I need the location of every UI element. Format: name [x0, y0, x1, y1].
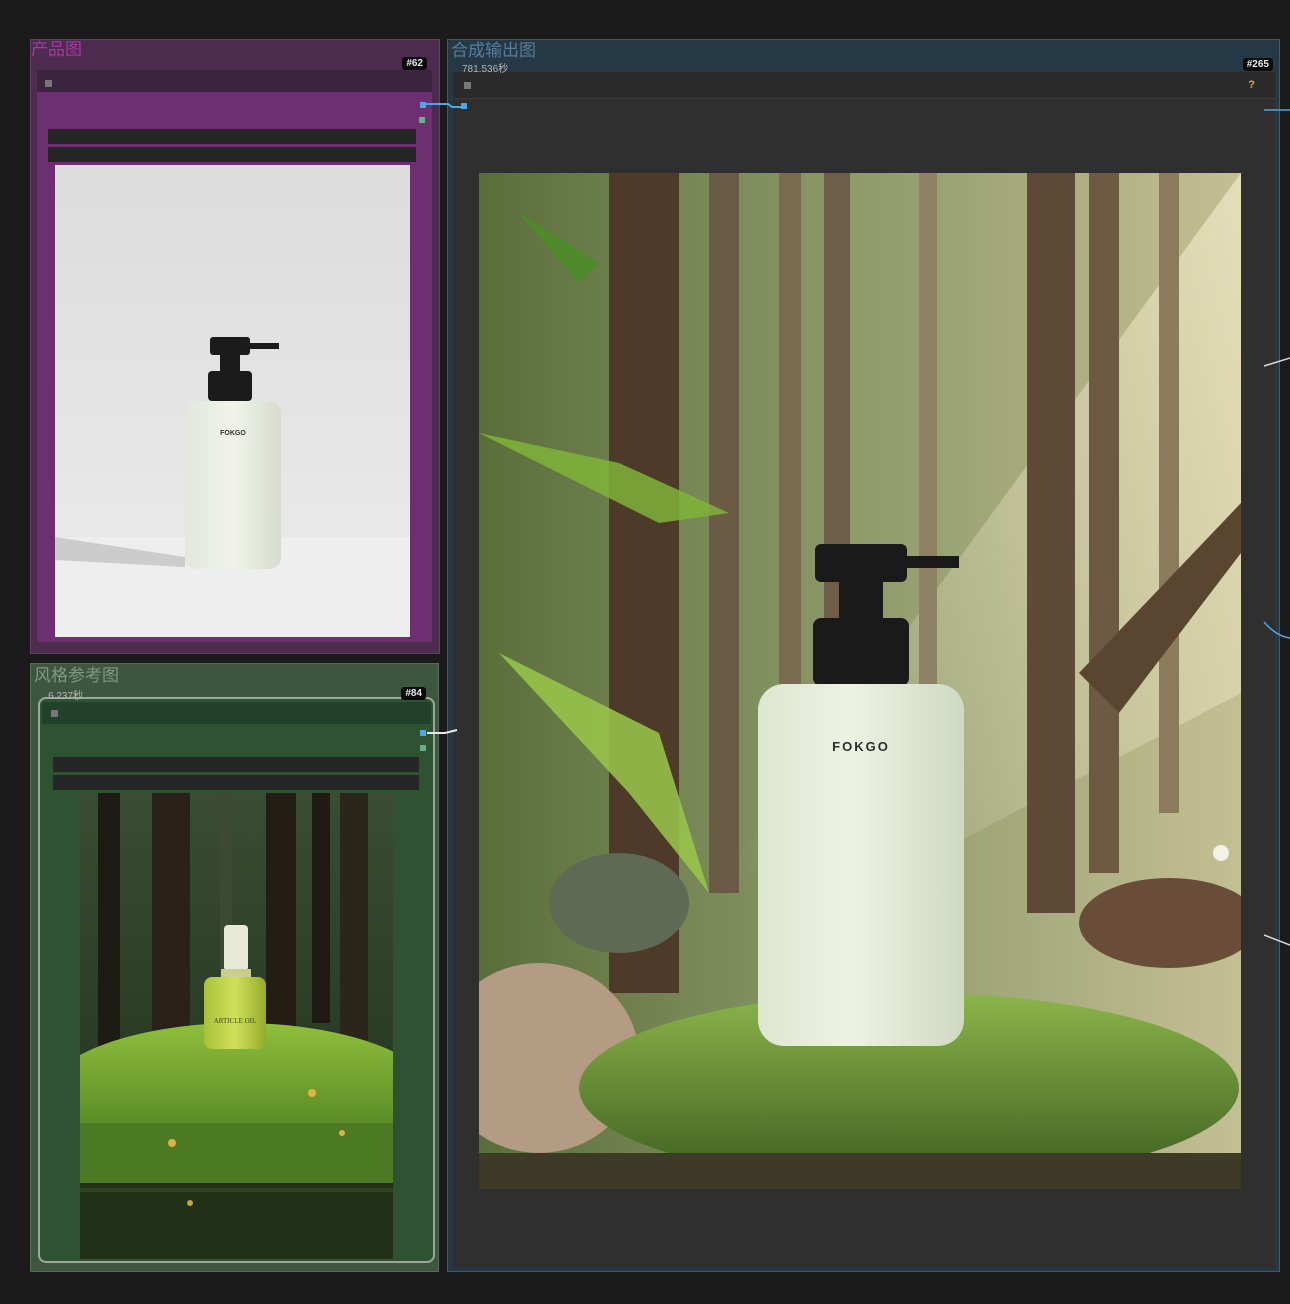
node-id-badge: #265	[1242, 58, 1273, 71]
image-selector-widget[interactable]	[53, 757, 419, 772]
execution-time: 781.536秒	[462, 64, 509, 75]
style-reference-photo[interactable]: ARTICLE OIL	[80, 793, 393, 1259]
output-preview-image[interactable]: FOKGO	[479, 173, 1241, 1189]
node-product-image[interactable]: #62 FOKGO	[37, 57, 432, 642]
product-photo-graphic: FOKGO	[55, 165, 410, 637]
group-title-product[interactable]: 产品图	[31, 40, 82, 60]
output-brand-text: FOKGO	[832, 739, 890, 754]
execution-time: 6.237秒	[48, 691, 84, 702]
collapse-toggle-icon[interactable]	[464, 82, 471, 89]
output-slot-mask[interactable]	[420, 745, 426, 751]
node-header[interactable]: ?	[453, 72, 1275, 99]
group-title-output[interactable]: 合成输出图	[451, 41, 536, 61]
collapse-toggle-icon[interactable]	[51, 710, 58, 717]
output-photo-graphic: FOKGO	[479, 173, 1241, 1189]
output-slot-image[interactable]	[420, 730, 426, 736]
image-selector-widget[interactable]	[48, 129, 416, 144]
group-title-style[interactable]: 风格参考图	[34, 666, 119, 686]
output-slot-mask[interactable]	[419, 117, 425, 123]
product-photo[interactable]: FOKGO	[55, 165, 410, 637]
help-icon[interactable]: ?	[1248, 79, 1255, 91]
upload-button-widget[interactable]	[48, 147, 416, 162]
output-slot-image[interactable]	[420, 102, 426, 108]
node-header[interactable]	[42, 702, 431, 724]
node-id-badge: #84	[401, 687, 426, 700]
node-header[interactable]	[37, 70, 432, 92]
product-brand-text: FOKGO	[220, 430, 246, 437]
node-style-reference[interactable]: 6.237秒 #84 ARTICLE OIL	[38, 687, 435, 1263]
upload-button-widget[interactable]	[53, 775, 419, 790]
style-bottle-label: ARTICLE OIL	[214, 1017, 257, 1025]
node-id-badge: #62	[402, 57, 427, 70]
workflow-canvas[interactable]: 产品图 风格参考图 合成输出图 #62 FOKGO 6.237秒 #84 ART…	[0, 0, 1290, 1304]
node-composite-output[interactable]: ? 781.536秒 #265 FOKGO	[453, 58, 1275, 1268]
collapse-toggle-icon[interactable]	[45, 80, 52, 87]
input-slot-images[interactable]	[461, 103, 467, 109]
style-photo-graphic: ARTICLE OIL	[80, 793, 393, 1259]
